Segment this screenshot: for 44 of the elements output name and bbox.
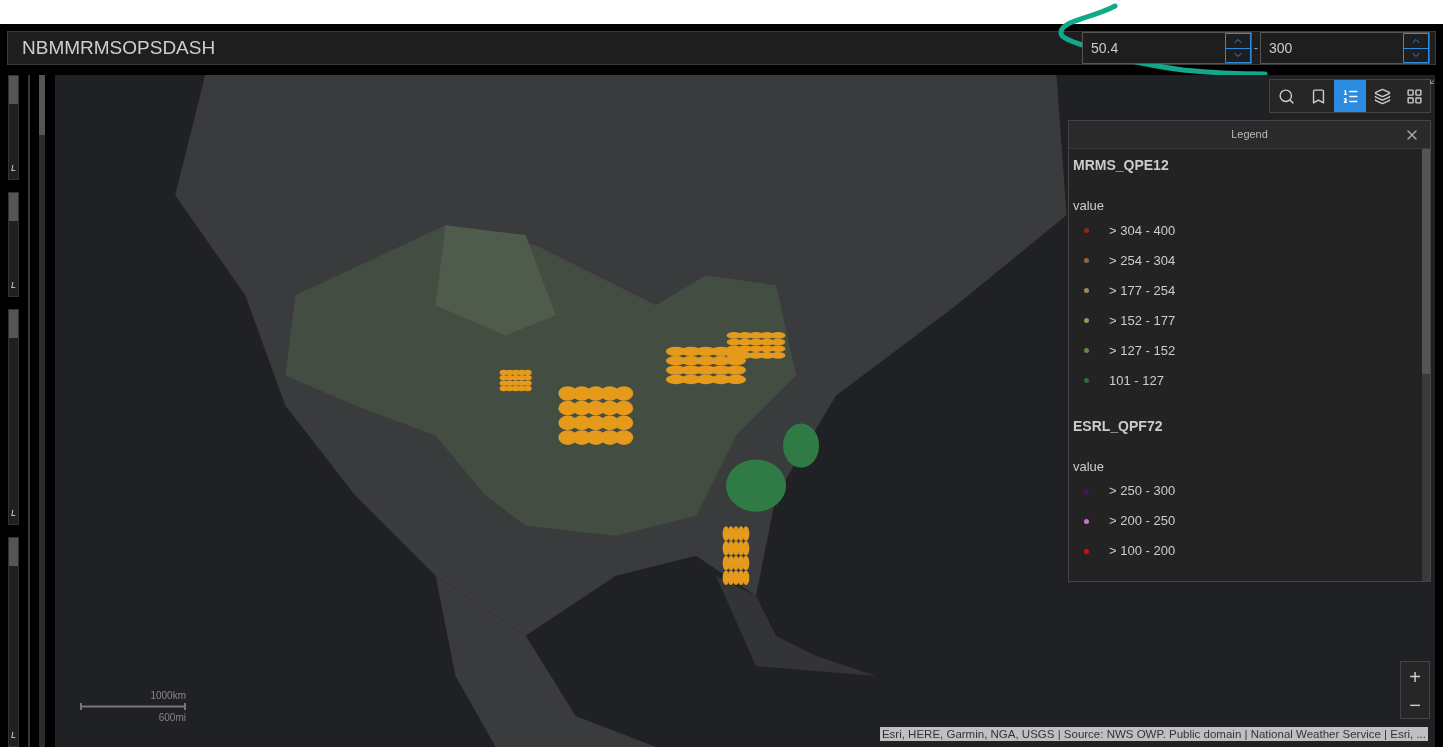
scrollbar-thumb[interactable] — [9, 538, 18, 566]
panel-label: L — [10, 278, 17, 292]
zoom-in-button[interactable]: + — [1401, 662, 1429, 690]
attribution-text: Esri, HERE, Garmin, NGA, USGS | Source: NWS OWP. Public domain | National Weather Service | Esri, ... — [879, 727, 1428, 741]
range-separator: - — [1254, 40, 1258, 57]
legend-label: > 254 - 304 — [1109, 251, 1176, 270]
scrollbar[interactable] — [1422, 149, 1430, 581]
legend-label: > 127 - 152 — [1109, 341, 1176, 360]
scale-label: 600mi — [158, 711, 186, 725]
zoom-out-button[interactable]: − — [1401, 690, 1429, 718]
legend-label: > 100 - 200 — [1109, 542, 1176, 561]
panel-label: L — [10, 728, 17, 742]
field-name: value — [1073, 457, 1106, 476]
layer-name: MRMS_QPE12 — [1073, 156, 1170, 175]
increment-button[interactable] — [1403, 33, 1429, 49]
layer-name: ESRL_QPF72 — [1073, 416, 1164, 436]
legend-label: > 200 - 250 — [1109, 512, 1176, 531]
grid-icon — [1405, 87, 1423, 105]
number-input[interactable]: 300 — [1260, 32, 1430, 64]
number-input[interactable]: 50.4 — [1082, 32, 1252, 64]
legend-tool[interactable] — [1334, 80, 1366, 112]
legend-label: > 152 - 177 — [1109, 311, 1176, 330]
panel-label: L — [10, 161, 17, 175]
scrollbar-thumb[interactable] — [9, 193, 18, 221]
legend-label: > 177 - 254 — [1109, 281, 1176, 300]
legend-title: Legend — [1231, 127, 1268, 143]
scrollbar-thumb[interactable] — [9, 76, 18, 104]
list-icon — [1341, 87, 1359, 105]
layers-icon — [1373, 87, 1391, 105]
increment-button[interactable] — [1225, 33, 1251, 49]
search-icon — [1277, 87, 1295, 105]
legend-label: > 250 - 300 — [1109, 482, 1176, 501]
input-value: 300 — [1268, 38, 1294, 58]
legend-label: > 304 - 400 — [1109, 221, 1176, 240]
dashboard-title: NBMMRMSOPSDASH — [22, 35, 216, 60]
legend-label: 101 - 127 — [1109, 371, 1164, 390]
decrement-button[interactable] — [1225, 48, 1251, 63]
field-name: value — [1073, 197, 1106, 215]
input-value: 50.4 — [1090, 38, 1120, 58]
scale-label: 1000km — [150, 689, 186, 703]
scrollbar[interactable] — [39, 75, 45, 747]
decrement-button[interactable] — [1403, 48, 1429, 63]
scrollbar-thumb[interactable] — [9, 310, 18, 338]
panel-label: L — [10, 506, 17, 520]
